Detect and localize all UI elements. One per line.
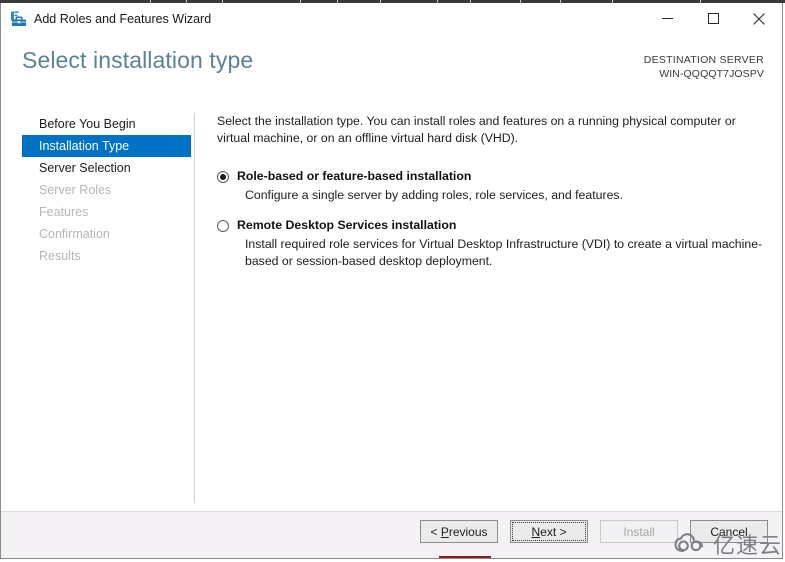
previous-button[interactable]: < Previous [420, 520, 498, 543]
wizard-footer: < Previous Next > Install Cancel [1, 511, 782, 558]
next-button[interactable]: Next > [510, 520, 588, 543]
window-controls [644, 3, 782, 35]
install-button-label: Install [623, 524, 655, 539]
option-role-based-description: Configure a single server by adding role… [245, 188, 623, 202]
wizard-screenshot: Add Roles and Features Wizard Select ins… [0, 0, 785, 562]
page-header: Select installation type DESTINATION SER… [1, 35, 782, 97]
install-button: Install [600, 520, 678, 543]
previous-button-accel: P [440, 524, 449, 539]
wizard-step-nav: Before You Begin Installation Type Serve… [1, 113, 194, 267]
page-title: Select installation type [22, 47, 254, 73]
cancel-button-label: Cancel [710, 524, 748, 539]
destination-server-block: DESTINATION SERVER WIN-QQQQT7JOSPV [644, 53, 764, 81]
next-button-label: ext > [540, 524, 567, 539]
nav-separator [194, 113, 195, 503]
installation-type-radio-group: Role-based or feature-based installation… [217, 168, 767, 270]
previous-button-label: revious [448, 524, 488, 539]
option-remote-desktop-services[interactable]: Remote Desktop Services installation Ins… [217, 217, 767, 270]
nav-item-before-you-begin[interactable]: Before You Begin [22, 113, 191, 135]
toolbox-icon [10, 10, 28, 28]
nav-item-server-selection[interactable]: Server Selection [22, 157, 191, 179]
option-remote-desktop-services-label[interactable]: Remote Desktop Services installation [237, 217, 767, 234]
wizard-window: Add Roles and Features Wizard Select ins… [0, 3, 783, 559]
close-icon[interactable] [736, 3, 782, 34]
nav-item-server-roles: Server Roles [39, 183, 112, 197]
next-button-accel: N [531, 524, 541, 539]
minimize-icon[interactable] [644, 3, 690, 34]
radio-remote-desktop-services[interactable] [217, 220, 229, 232]
wizard-body: Before You Begin Installation Type Serve… [1, 97, 782, 513]
maximize-icon[interactable] [690, 3, 736, 34]
footer-button-bar: < Previous Next > Install Cancel [420, 520, 768, 543]
bottom-edge-marker [439, 556, 491, 558]
option-role-based-label[interactable]: Role-based or feature-based installation [237, 168, 767, 185]
intro-text: Select the installation type. You can in… [217, 114, 736, 145]
option-role-based[interactable]: Role-based or feature-based installation… [217, 168, 767, 204]
destination-server-name: WIN-QQQQT7JOSPV [659, 68, 764, 80]
window-title: Add Roles and Features Wizard [34, 12, 212, 26]
cancel-button[interactable]: Cancel [690, 520, 768, 543]
title-bar[interactable]: Add Roles and Features Wizard [1, 3, 782, 35]
wizard-content: Select the installation type. You can in… [217, 113, 767, 283]
nav-item-features: Features [39, 205, 89, 219]
destination-server-label: DESTINATION SERVER [643, 54, 764, 66]
option-remote-desktop-services-description: Install required role services for Virtu… [245, 237, 763, 268]
radio-role-based[interactable] [217, 171, 229, 183]
nav-item-confirmation: Confirmation [39, 227, 110, 241]
nav-item-installation-type[interactable]: Installation Type [22, 135, 191, 157]
nav-item-results: Results [39, 249, 81, 263]
